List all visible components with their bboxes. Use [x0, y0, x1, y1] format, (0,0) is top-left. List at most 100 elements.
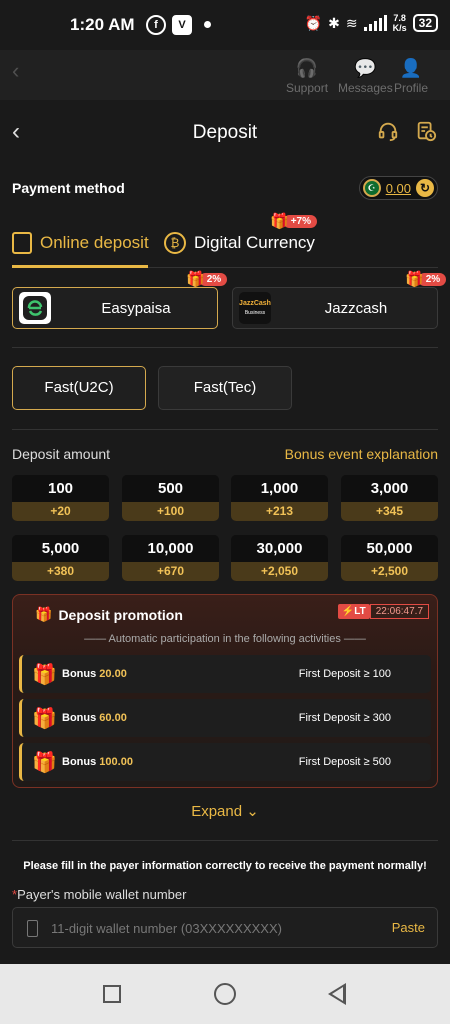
- promotion-bonus: Bonus 100.00: [62, 756, 133, 768]
- promotion-bonus: Bonus 20.00: [62, 668, 127, 680]
- promotion-bonus: Bonus 60.00: [62, 712, 127, 724]
- expand-button[interactable]: Expand ⌄: [0, 802, 450, 820]
- wallet-easypaisa-name: Easypaisa: [101, 300, 171, 317]
- promotion-condition: First Deposit ≥ 100: [298, 668, 391, 680]
- chat-icon: 💬: [354, 58, 377, 78]
- amount-option[interactable]: 1,000 +213: [231, 475, 328, 521]
- battery-icon: 32: [412, 14, 438, 32]
- bonus-explanation-link[interactable]: Bonus event explanation: [285, 446, 438, 462]
- vimeo-icon: V: [172, 15, 192, 35]
- gift-icon: 🎁: [32, 664, 57, 686]
- amount-option[interactable]: 50,000 +2,500: [341, 535, 438, 581]
- amount-value: 500: [122, 475, 219, 502]
- wallet-number-label: *Payer's mobile wallet number: [12, 887, 186, 902]
- divider: [12, 840, 438, 841]
- bluetooth-icon: ✱: [328, 14, 340, 31]
- amount-bonus: +2,500: [341, 562, 438, 581]
- wallet-number-input[interactable]: [51, 918, 351, 938]
- headset-icon: 🎧: [295, 58, 319, 78]
- mobile-phone-icon: [27, 920, 38, 937]
- phone-deposit-icon: [12, 232, 32, 254]
- paste-button[interactable]: Paste: [392, 920, 425, 935]
- chevron-down-icon: ⌄: [246, 803, 259, 820]
- easypaisa-bonus-badge: 🎁 2%: [186, 270, 228, 288]
- amount-option[interactable]: 5,000 +380: [12, 535, 109, 581]
- bonus-value: 100.00: [99, 756, 133, 768]
- facebook-icon: f: [146, 15, 166, 35]
- amount-option[interactable]: 3,000 +345: [341, 475, 438, 521]
- bonus-value: 60.00: [99, 712, 127, 724]
- gift-icon: 🎁: [186, 271, 205, 288]
- back-nav-icon[interactable]: [328, 983, 346, 1005]
- payment-method-label: Payment method: [12, 180, 125, 196]
- amount-value: 50,000: [341, 535, 438, 562]
- gift-icon: 🎁: [270, 213, 289, 230]
- tab-digital-currency[interactable]: ₿ Digital Currency: [164, 232, 315, 254]
- background-back-icon: ‹: [12, 58, 20, 83]
- bonus-value: 20.00: [99, 668, 127, 680]
- promotion-row: 🎁 Bonus 100.00 First Deposit ≥ 500: [19, 743, 431, 781]
- network-speed: 7.8 K/s: [393, 13, 407, 33]
- bonus-label: Bonus: [62, 668, 97, 680]
- jazzcash-logo-text: JazzCash: [239, 300, 271, 307]
- promotion-row: 🎁 Bonus 60.00 First Deposit ≥ 300: [19, 699, 431, 737]
- customer-service-icon[interactable]: [376, 120, 400, 144]
- amount-bonus: +380: [12, 562, 109, 581]
- deposit-history-icon[interactable]: [414, 120, 438, 144]
- countdown-timer: 22:06:47.7: [369, 604, 429, 619]
- speed-unit: K/s: [392, 23, 407, 33]
- channel-fast-u2c[interactable]: Fast(U2C): [12, 366, 146, 410]
- status-bar: 1:20 AM f V ⏰ ✱ ≋ 7.8 K/s 32: [0, 0, 450, 50]
- bonus-label: Bonus: [62, 756, 97, 768]
- user-icon: 👤: [399, 58, 423, 78]
- amount-bonus: +670: [122, 562, 219, 581]
- gift-icon: 🎁: [32, 752, 57, 774]
- background-support: 🎧 Support: [286, 58, 328, 95]
- wallet-number-field: Paste: [12, 907, 438, 948]
- amount-value: 10,000: [122, 535, 219, 562]
- amount-value: 30,000: [231, 535, 328, 562]
- promotion-subtitle: —— Automatic participation in the follow…: [84, 633, 366, 645]
- tab-online-deposit-label: Online deposit: [40, 233, 149, 252]
- tab-online-deposit[interactable]: Online deposit: [12, 232, 149, 254]
- wallet-number-label-text: Payer's mobile wallet number: [17, 887, 187, 902]
- home-icon[interactable]: [214, 983, 236, 1005]
- amount-bonus: +2,050: [231, 562, 328, 581]
- background-profile: 👤 Profile: [394, 58, 428, 95]
- wallet-jazzcash[interactable]: JazzCash Business Jazzcash: [232, 287, 438, 329]
- recent-apps-icon[interactable]: [103, 985, 121, 1003]
- amount-bonus: +213: [231, 502, 328, 521]
- amount-value: 100: [12, 475, 109, 502]
- limited-time-countdown: ⚡LT 22:06:47.7: [337, 604, 429, 619]
- wallet-easypaisa[interactable]: Easypaisa: [12, 287, 218, 329]
- deposit-amount-label: Deposit amount: [12, 446, 111, 462]
- promotion-subtitle-text: Automatic participation in the following…: [108, 633, 341, 645]
- bonus-label: Bonus: [62, 712, 97, 724]
- payer-notice: Please fill in the payer information cor…: [23, 860, 427, 872]
- gift-icon: 🎁: [32, 708, 57, 730]
- pakistan-flag-icon: ☪: [362, 179, 381, 197]
- alarm-icon: ⏰: [304, 14, 323, 31]
- wifi-icon: ≋: [345, 14, 358, 31]
- promotion-condition: First Deposit ≥ 500: [298, 756, 391, 768]
- amount-option[interactable]: 500 +100: [122, 475, 219, 521]
- channel-fast-tec[interactable]: Fast(Tec): [158, 366, 292, 410]
- promotion-row: 🎁 Bonus 20.00 First Deposit ≥ 100: [19, 655, 431, 693]
- amount-value: 5,000: [12, 535, 109, 562]
- system-nav-bar: [0, 964, 450, 1024]
- amount-value: 3,000: [341, 475, 438, 502]
- jazzcash-logo-sub: Business: [244, 310, 266, 316]
- easypaisa-logo: [19, 292, 51, 324]
- signal-icon: [363, 15, 387, 31]
- gift-icon: 🎁: [405, 271, 424, 288]
- lightning-icon: ⚡LT: [337, 604, 370, 619]
- amount-option[interactable]: 100 +20: [12, 475, 109, 521]
- amount-bonus: +100: [122, 502, 219, 521]
- balance-pill: ☪ 0.00 ↻: [358, 176, 438, 200]
- amount-option[interactable]: 30,000 +2,050: [231, 535, 328, 581]
- refresh-balance-icon[interactable]: ↻: [416, 179, 434, 197]
- status-right: ⏰ ✱ ≋ 7.8 K/s 32: [305, 13, 438, 33]
- gift-icon: 🎁: [35, 606, 53, 622]
- amount-option[interactable]: 10,000 +670: [122, 535, 219, 581]
- tab-digital-currency-label: Digital Currency: [194, 233, 315, 252]
